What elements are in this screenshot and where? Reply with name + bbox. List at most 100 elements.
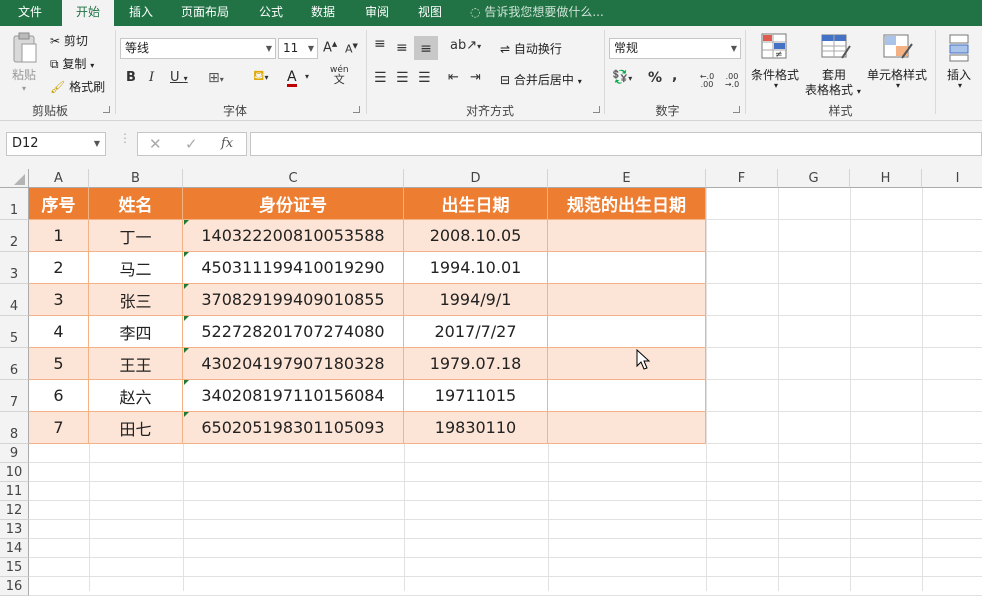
italic-icon[interactable]: I: [149, 70, 154, 85]
tab-home[interactable]: 开始: [62, 0, 114, 27]
column-header-d[interactable]: D: [404, 169, 548, 188]
row-header-16[interactable]: 16: [0, 577, 29, 596]
number-format-select[interactable]: 常规 ▼: [609, 38, 741, 59]
increase-indent-icon[interactable]: ⇥: [470, 70, 481, 85]
table-cell[interactable]: 1994/9/1: [404, 284, 548, 316]
column-header-f[interactable]: F: [706, 169, 778, 188]
decrease-font-icon[interactable]: A▼: [345, 42, 358, 56]
table-header-cell[interactable]: 规范的出生日期: [548, 188, 706, 220]
table-cell[interactable]: 650205198301105093: [183, 412, 404, 444]
insert-cells-icon[interactable]: [946, 32, 974, 65]
comma-icon[interactable]: ,: [672, 68, 677, 84]
table-cell[interactable]: 3: [29, 284, 89, 316]
chevron-down-icon[interactable]: ▾: [896, 81, 900, 90]
table-cell[interactable]: 2: [29, 252, 89, 284]
table-cell[interactable]: 19711015: [404, 380, 548, 412]
chevron-down-icon[interactable]: ▾: [305, 72, 309, 81]
formula-input[interactable]: [250, 132, 982, 156]
table-cell[interactable]: 李四: [89, 316, 183, 348]
table-cell[interactable]: [548, 412, 706, 444]
tab-insert[interactable]: 插入: [120, 0, 162, 26]
table-cell[interactable]: 340208197110156084: [183, 380, 404, 412]
row-header-3[interactable]: 3: [0, 252, 29, 284]
table-cell[interactable]: [548, 380, 706, 412]
paste-icon[interactable]: [10, 32, 40, 63]
font-name-select[interactable]: 等线 ▼: [120, 38, 276, 59]
wrap-text-button[interactable]: ⇌ 自动换行: [500, 40, 562, 57]
table-cell[interactable]: [548, 252, 706, 284]
table-header-cell[interactable]: 出生日期: [404, 188, 548, 220]
paste-button[interactable]: 粘贴: [12, 66, 36, 83]
table-cell[interactable]: [548, 220, 706, 252]
table-cell[interactable]: 赵六: [89, 380, 183, 412]
format-painter-button[interactable]: 🖌 格式刷: [50, 78, 105, 95]
increase-decimal-icon[interactable]: ←.0 .00: [697, 73, 717, 89]
column-header-h[interactable]: H: [850, 169, 922, 188]
conditional-format-icon[interactable]: ≠: [760, 32, 790, 65]
table-header-cell[interactable]: 序号: [29, 188, 89, 220]
align-bottom-icon[interactable]: ≡: [414, 36, 438, 60]
table-cell[interactable]: 丁一: [89, 220, 183, 252]
select-all-button[interactable]: [0, 169, 29, 188]
table-cell[interactable]: 4: [29, 316, 89, 348]
table-cell[interactable]: 田七: [89, 412, 183, 444]
table-cell[interactable]: 370829199409010855: [183, 284, 404, 316]
phonetic-icon[interactable]: wén 文: [330, 66, 349, 86]
enter-icon[interactable]: ✓: [185, 135, 198, 153]
tab-formulas[interactable]: 公式: [250, 0, 292, 26]
dialog-launcher-icon[interactable]: [733, 106, 740, 113]
table-cell[interactable]: 张三: [89, 284, 183, 316]
row-header-10[interactable]: 10: [0, 463, 29, 482]
merge-center-button[interactable]: ⊟ 合并后居中 ▾: [500, 71, 582, 88]
cell-styles-icon[interactable]: [882, 32, 914, 65]
name-box[interactable]: D12 ▼: [6, 132, 106, 156]
table-cell[interactable]: 1: [29, 220, 89, 252]
table-cell[interactable]: [548, 316, 706, 348]
row-header-2[interactable]: 2: [0, 220, 29, 252]
table-cell[interactable]: 450311199410019290: [183, 252, 404, 284]
percent-icon[interactable]: %: [648, 70, 662, 86]
column-header-e[interactable]: E: [548, 169, 706, 188]
dialog-launcher-icon[interactable]: [353, 106, 360, 113]
table-cell[interactable]: 5: [29, 348, 89, 380]
table-cell[interactable]: [548, 348, 706, 380]
copy-button[interactable]: ⧉ 复制 ▾: [50, 55, 94, 72]
table-cell[interactable]: 19830110: [404, 412, 548, 444]
row-header-11[interactable]: 11: [0, 482, 29, 501]
tab-review[interactable]: 审阅: [356, 0, 398, 26]
align-top-icon[interactable]: ≡: [374, 36, 386, 52]
decrease-decimal-icon[interactable]: .00 →.0: [722, 73, 742, 89]
format-as-table-icon[interactable]: [820, 32, 852, 65]
row-header-14[interactable]: 14: [0, 539, 29, 558]
align-center-icon[interactable]: ☰: [396, 70, 409, 86]
align-middle-icon[interactable]: ≡: [396, 40, 408, 56]
tab-view[interactable]: 视图: [409, 0, 451, 26]
table-header-cell[interactable]: 身份证号: [183, 188, 404, 220]
cancel-icon[interactable]: ✕: [149, 135, 162, 153]
table-cell[interactable]: [548, 284, 706, 316]
align-left-icon[interactable]: ☰: [374, 70, 387, 86]
row-header-1[interactable]: 1: [0, 188, 29, 220]
table-cell[interactable]: 430204197907180328: [183, 348, 404, 380]
table-cell[interactable]: 7: [29, 412, 89, 444]
chevron-down-icon[interactable]: ▾: [958, 81, 962, 90]
orientation-icon[interactable]: ab↗▾: [450, 38, 481, 53]
row-header-13[interactable]: 13: [0, 520, 29, 539]
font-size-select[interactable]: 11 ▼: [278, 38, 318, 59]
column-header-c[interactable]: C: [183, 169, 404, 188]
tab-file[interactable]: 文件: [5, 0, 55, 26]
table-cell[interactable]: 王王: [89, 348, 183, 380]
cut-button[interactable]: ✂ 剪切: [50, 32, 88, 49]
chevron-down-icon[interactable]: ▾: [774, 81, 778, 90]
column-header-a[interactable]: A: [29, 169, 89, 188]
insert-function-icon[interactable]: fx: [221, 136, 233, 151]
column-header-g[interactable]: G: [778, 169, 850, 188]
table-cell[interactable]: 2017/7/27: [404, 316, 548, 348]
table-cell[interactable]: 6: [29, 380, 89, 412]
border-icon[interactable]: ⊞▾: [208, 70, 224, 86]
row-header-6[interactable]: 6: [0, 348, 29, 380]
row-header-4[interactable]: 4: [0, 284, 29, 316]
table-header-cell[interactable]: 姓名: [89, 188, 183, 220]
chevron-down-icon[interactable]: ▼: [94, 133, 100, 155]
table-cell[interactable]: 1979.07.18: [404, 348, 548, 380]
